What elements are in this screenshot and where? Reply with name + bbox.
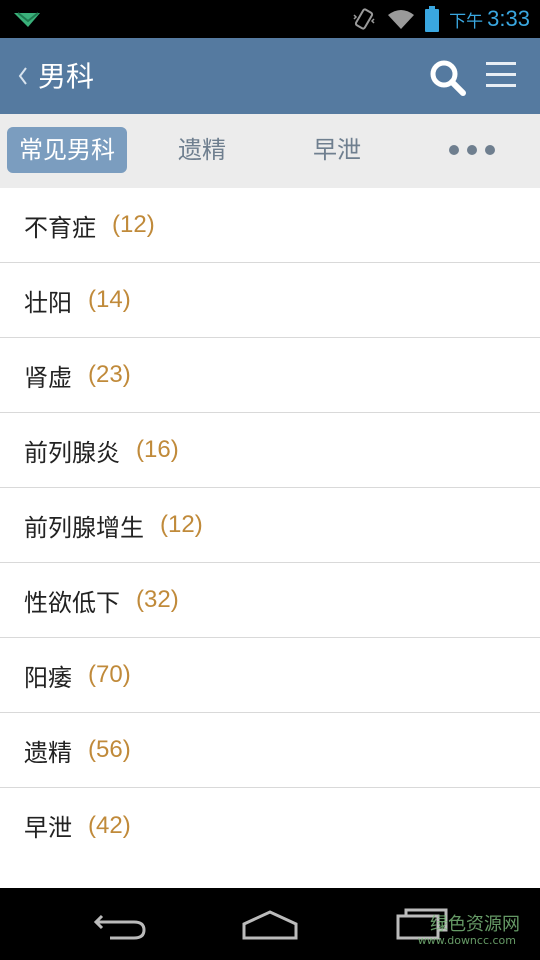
back-icon[interactable] — [90, 906, 150, 942]
list-item[interactable]: 前列腺炎 (16) — [0, 413, 540, 488]
watermark-url: www.downcc.com — [417, 934, 516, 947]
item-label: 前列腺增生 — [24, 513, 144, 542]
list-item[interactable]: 早泄 (42) — [0, 788, 540, 863]
list-item[interactable]: 前列腺增生 (12) — [0, 488, 540, 563]
menu-icon[interactable] — [486, 60, 516, 90]
item-label: 肾虚 — [24, 363, 72, 392]
item-label: 遗精 — [24, 738, 72, 767]
category-tabs: 常见男科 遗精 早泄 — [0, 114, 540, 188]
tab-common-male[interactable]: 常见男科 — [7, 127, 127, 173]
item-count: (12) — [160, 511, 203, 538]
item-label: 壮阳 — [24, 288, 72, 317]
list-item[interactable]: 肾虚 (23) — [0, 338, 540, 413]
vibrate-icon — [353, 8, 375, 30]
list-item[interactable]: 壮阳 (14) — [0, 263, 540, 338]
time-period-label: 下午 — [449, 11, 484, 32]
search-icon[interactable] — [428, 58, 468, 98]
item-count: (32) — [136, 586, 179, 613]
system-nav-bar: 绿色资源网 www.downcc.com — [0, 888, 540, 960]
tab-premature-ejaculation[interactable]: 早泄 — [287, 127, 387, 173]
list-item[interactable]: 遗精 (56) — [0, 713, 540, 788]
chevron-left-icon[interactable] — [16, 62, 30, 90]
list-item[interactable]: 阳痿 (70) — [0, 638, 540, 713]
tab-nocturnal-emission[interactable]: 遗精 — [152, 127, 252, 173]
item-label: 前列腺炎 — [24, 438, 120, 467]
item-label: 早泄 — [24, 814, 72, 842]
item-count: (56) — [88, 736, 131, 763]
wifi-icon — [388, 10, 415, 29]
item-label: 阳痿 — [24, 663, 72, 692]
item-count: (42) — [88, 811, 131, 839]
item-count: (23) — [88, 361, 131, 388]
battery-icon — [425, 6, 440, 32]
app-bar: 男科 — [0, 38, 540, 114]
clock: 3:33 — [487, 6, 530, 31]
list-item[interactable]: 不育症 (12) — [0, 188, 540, 263]
item-label: 性欲低下 — [24, 588, 120, 617]
item-count: (70) — [88, 661, 131, 688]
item-count: (12) — [112, 211, 155, 238]
notification-icon — [14, 12, 40, 27]
page-title: 男科 — [38, 60, 95, 93]
item-label: 不育症 — [24, 213, 96, 242]
item-count: (14) — [88, 286, 131, 313]
home-icon[interactable] — [240, 906, 300, 942]
more-dots-icon[interactable] — [448, 144, 496, 156]
status-bar: 下午 3:33 — [0, 0, 540, 38]
list-item[interactable]: 性欲低下 (32) — [0, 563, 540, 638]
watermark-text: 绿色资源网 — [430, 914, 520, 935]
item-count: (16) — [136, 436, 179, 463]
condition-list: 不育症 (12) 壮阳 (14) 肾虚 (23) 前列腺炎 (16) 前列腺增生 (12)… — [0, 188, 540, 888]
